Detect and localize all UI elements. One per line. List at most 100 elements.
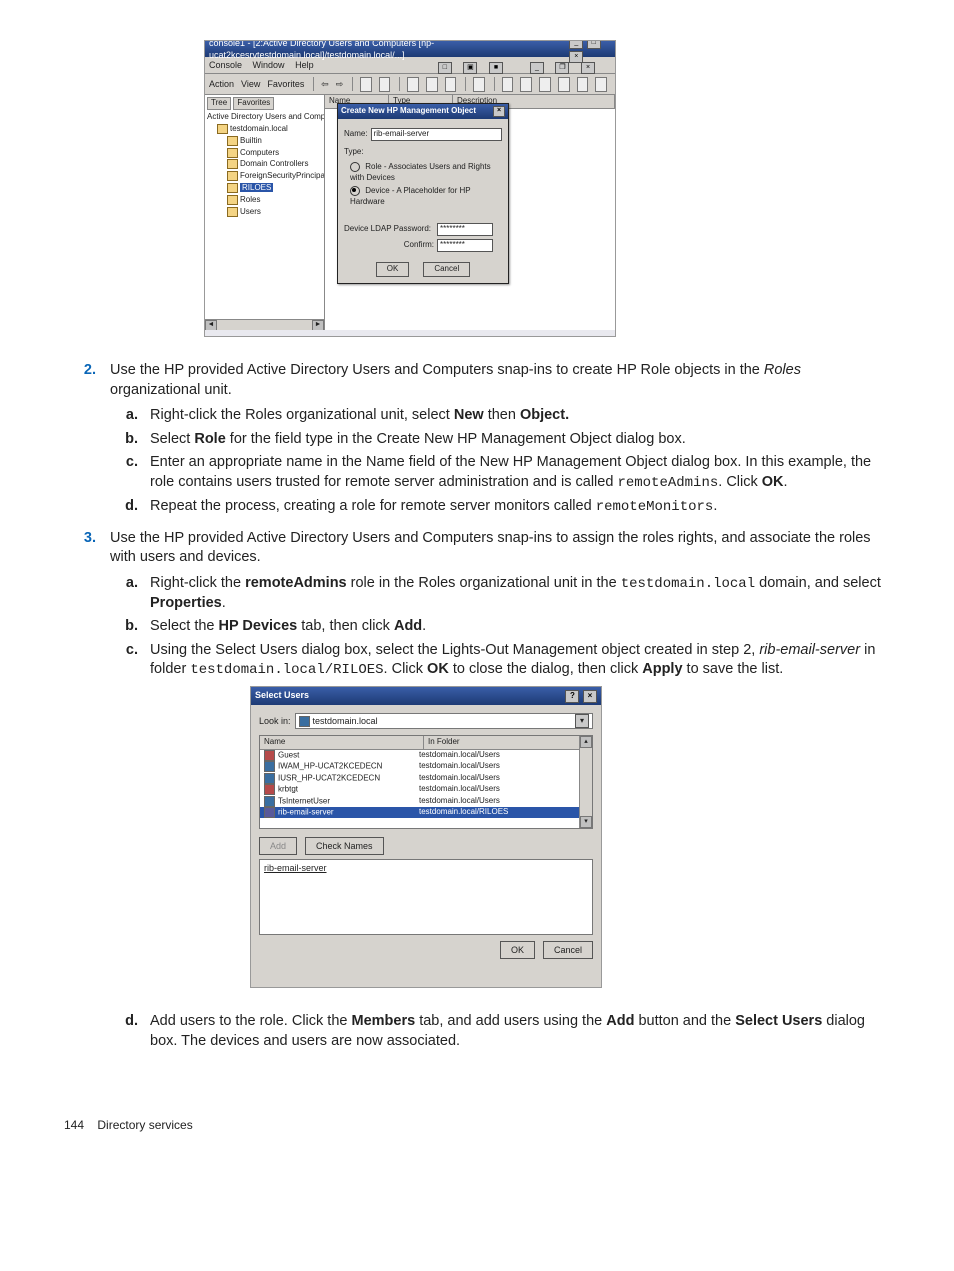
toolbar-icon[interactable] (502, 77, 514, 92)
grp-icon (264, 796, 275, 807)
step-number: 3. (64, 529, 110, 1058)
mdi-open-icon[interactable]: ▣ (463, 62, 477, 74)
toolbar-icon[interactable] (520, 77, 532, 92)
minimize-icon[interactable]: _ (569, 40, 583, 49)
list-item[interactable]: TsInternetUsertestdomain.local/Users (260, 796, 592, 807)
tree-roles[interactable]: Roles (227, 195, 322, 206)
dialog-title: Select Users (255, 689, 309, 703)
substep-letter: d. (110, 497, 150, 517)
tab-tree[interactable]: Tree (207, 97, 231, 110)
up-icon[interactable] (360, 77, 372, 92)
name-input[interactable]: rib-email-server (371, 128, 502, 141)
list-vscroll[interactable]: ▴▾ (579, 736, 592, 828)
forward-icon[interactable]: ⇨ (336, 78, 344, 90)
mdi-save-icon[interactable]: ■ (489, 62, 503, 74)
step2-text: Use the HP provided Active Directory Use… (110, 362, 801, 398)
dialog-close-icon[interactable]: × (493, 106, 505, 117)
user-icon (264, 784, 275, 795)
step3-text: Use the HP provided Active Directory Use… (110, 530, 871, 566)
show-hide-icon[interactable] (379, 77, 391, 92)
grp-icon (264, 761, 275, 772)
step3a: Right-click the remoteAdmins role in the… (150, 574, 890, 613)
tree-foreign-security[interactable]: ForeignSecurityPrincipals (227, 171, 322, 182)
toolbar-icon[interactable] (539, 77, 551, 92)
pwd-label: Device LDAP Password: (344, 224, 434, 235)
tree-riloes[interactable]: RILOES (227, 183, 322, 194)
menu-help[interactable]: Help (295, 60, 314, 70)
tree-hscroll[interactable]: ◄► (205, 319, 324, 330)
create-hp-object-dialog: Create New HP Management Object × Name: … (337, 103, 509, 284)
add-button[interactable]: Add (259, 837, 297, 855)
mdi-restore-icon[interactable]: ❐ (555, 62, 569, 74)
mdi-close-icon[interactable]: × (581, 62, 595, 74)
list-item[interactable]: rib-email-servertestdomain.local/RILOES (260, 807, 592, 818)
filter-icon[interactable] (558, 77, 570, 92)
help-icon[interactable]: ? (565, 690, 579, 703)
substep-letter: b. (110, 430, 150, 450)
col-folder[interactable]: In Folder (424, 736, 592, 749)
tree-domain-controllers[interactable]: Domain Controllers (227, 159, 322, 170)
tree-builtin[interactable]: Builtin (227, 136, 322, 147)
menu-view[interactable]: View (241, 78, 260, 90)
ok-button[interactable]: OK (376, 262, 410, 277)
menu-action[interactable]: Action (209, 78, 234, 90)
cut-icon[interactable] (407, 77, 419, 92)
maximize-icon[interactable]: □ (587, 40, 601, 49)
mmc-console-screenshot: console1 - [2:Active Directory Users and… (204, 40, 616, 337)
tree-domain[interactable]: testdomain.local (217, 124, 322, 135)
substep-letter: a. (110, 574, 150, 613)
list-item[interactable]: IUSR_HP-UCAT2KCEDECNtestdomain.local/Use… (260, 773, 592, 784)
confirm-input[interactable]: ******** (437, 239, 493, 252)
substep-letter: a. (110, 406, 150, 426)
name-label: Name: (344, 129, 368, 140)
window-title: console1 - [2:Active Directory Users and… (209, 40, 568, 61)
toolbar-icon[interactable] (595, 77, 607, 92)
menu-window[interactable]: Window (253, 60, 285, 70)
close-icon[interactable]: × (583, 690, 597, 703)
page-footer: 144 Directory services (64, 1117, 890, 1133)
chevron-down-icon[interactable]: ▾ (575, 714, 589, 728)
pwd-input[interactable]: ******** (437, 223, 493, 236)
window-titlebar: console1 - [2:Active Directory Users and… (205, 41, 615, 57)
menu-favorites[interactable]: Favorites (267, 78, 304, 90)
confirm-label: Confirm: (344, 240, 434, 251)
substep-letter: d. (110, 1012, 150, 1051)
step3b: Select the HP Devices tab, then click Ad… (150, 617, 890, 637)
paste-icon[interactable] (445, 77, 457, 92)
tree-users[interactable]: Users (227, 207, 322, 218)
menu-console[interactable]: Console (209, 60, 242, 70)
cancel-button[interactable]: Cancel (423, 262, 470, 277)
dev-icon (264, 807, 275, 818)
find-icon[interactable] (577, 77, 589, 92)
domain-icon (299, 716, 310, 727)
list-item[interactable]: krbtgttestdomain.local/Users (260, 784, 592, 795)
list-item[interactable]: Guesttestdomain.local/Users (260, 750, 592, 761)
select-users-screenshot: Select Users ? × Look in: testdomain.loc… (250, 686, 602, 988)
selected-names-input[interactable]: rib-email-server (259, 859, 593, 935)
cancel-button[interactable]: Cancel (543, 941, 593, 959)
action-toolbar: Action View Favorites ⇦ ⇨ (205, 74, 615, 95)
ok-button[interactable]: OK (500, 941, 535, 959)
list-item[interactable]: IWAM_HP-UCAT2KCEDECNtestdomain.local/Use… (260, 761, 592, 772)
radio-device[interactable] (350, 186, 360, 196)
mdi-new-icon[interactable]: □ (438, 62, 452, 74)
opt-role-label: Role - Associates Users and Rights with … (350, 162, 491, 182)
back-icon[interactable]: ⇦ (321, 78, 329, 90)
close-icon[interactable]: × (569, 51, 583, 63)
substep-letter: b. (110, 617, 150, 637)
lookin-dropdown[interactable]: testdomain.local ▾ (295, 713, 593, 729)
lookin-label: Look in: (259, 715, 291, 727)
mdi-minimize-icon[interactable]: _ (530, 62, 544, 74)
copy-icon[interactable] (426, 77, 438, 92)
check-names-button[interactable]: Check Names (305, 837, 384, 855)
step3d: Add users to the role. Click the Members… (150, 1012, 890, 1051)
radio-role[interactable] (350, 162, 360, 172)
grp-icon (264, 773, 275, 784)
tree-computers[interactable]: Computers (227, 148, 322, 159)
col-name[interactable]: Name (260, 736, 424, 749)
properties-icon[interactable] (473, 77, 485, 92)
tree-root[interactable]: Active Directory Users and Computers (207, 112, 322, 123)
substep-letter: c. (110, 641, 150, 680)
tab-favorites[interactable]: Favorites (233, 97, 274, 110)
user-icon (264, 750, 275, 761)
